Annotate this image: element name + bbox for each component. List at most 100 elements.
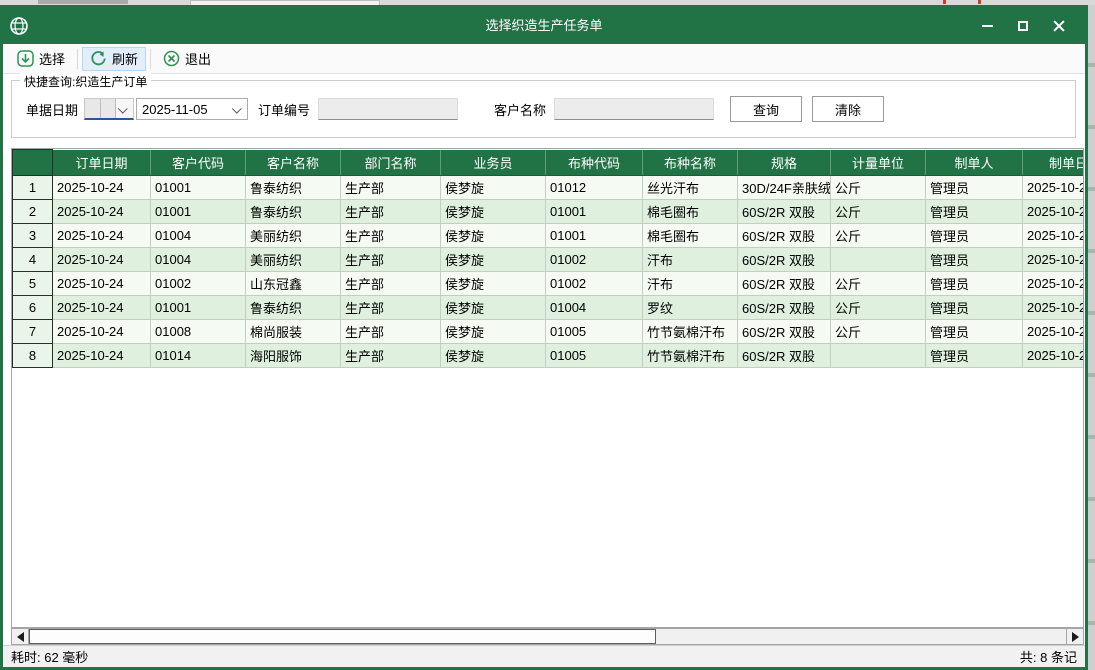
table-cell[interactable]: 公斤 <box>831 272 926 296</box>
table-cell[interactable]: 管理员 <box>926 200 1023 224</box>
table-cell[interactable]: 2025-10-24 <box>53 296 151 320</box>
date-operator-combobox[interactable] <box>84 98 134 120</box>
table-cell[interactable]: 60S/2R 双股 <box>738 200 831 224</box>
table-cell[interactable]: 01004 <box>546 296 643 320</box>
table-cell[interactable]: 2025-10-24 <box>53 272 151 296</box>
table-cell[interactable]: 管理员 <box>926 296 1023 320</box>
table-cell[interactable]: 管理员 <box>926 272 1023 296</box>
table-cell[interactable]: 管理员 <box>926 248 1023 272</box>
table-cell[interactable]: 01004 <box>151 248 246 272</box>
table-cell[interactable]: 侯梦旋 <box>441 320 546 344</box>
minimize-button[interactable] <box>969 12 1005 40</box>
header-cell[interactable]: 制单日期 <box>1023 150 1085 176</box>
table-cell[interactable]: 01012 <box>546 176 643 200</box>
scroll-right-button[interactable] <box>1066 629 1083 644</box>
table-cell[interactable]: 罗纹 <box>643 296 738 320</box>
date-combobox[interactable]: 2025-11-05 <box>136 98 248 120</box>
table-cell[interactable]: 竹节氨棉汗布 <box>643 344 738 368</box>
table-cell[interactable]: 2025-10-24 <box>1023 320 1085 344</box>
table-cell[interactable]: 棉毛圈布 <box>643 224 738 248</box>
table-cell[interactable]: 生产部 <box>341 224 441 248</box>
header-cell[interactable]: 布种代码 <box>546 150 643 176</box>
table-cell[interactable]: 山东冠鑫 <box>246 272 341 296</box>
table-cell[interactable]: 01004 <box>151 224 246 248</box>
table-cell[interactable]: 60S/2R 双股 <box>738 248 831 272</box>
close-button[interactable] <box>1041 12 1077 40</box>
table-cell[interactable]: 2025-10-24 <box>53 248 151 272</box>
table-cell[interactable]: 01014 <box>151 344 246 368</box>
table-cell[interactable]: 鲁泰纺织 <box>246 296 341 320</box>
table-cell[interactable]: 海阳服饰 <box>246 344 341 368</box>
table-cell[interactable]: 2025-10-24 <box>1023 224 1085 248</box>
header-cell[interactable]: 部门名称 <box>341 150 441 176</box>
table-cell[interactable]: 侯梦旋 <box>441 200 546 224</box>
header-cell[interactable]: 计量单位 <box>831 150 926 176</box>
table-row[interactable]: 12025-10-2401001鲁泰纺织生产部侯梦旋01012丝光汗布30D/2… <box>13 176 1085 200</box>
table-cell[interactable]: 01005 <box>546 344 643 368</box>
header-cell[interactable]: 业务员 <box>441 150 546 176</box>
table-cell[interactable]: 生产部 <box>341 176 441 200</box>
table-cell[interactable]: 棉毛圈布 <box>643 200 738 224</box>
table-cell[interactable]: 公斤 <box>831 200 926 224</box>
table-cell[interactable]: 侯梦旋 <box>441 224 546 248</box>
table-cell[interactable]: 60S/2R 双股 <box>738 296 831 320</box>
table-cell[interactable]: 2025-10-24 <box>53 176 151 200</box>
table-cell[interactable]: 2025-10-24 <box>1023 296 1085 320</box>
row-number-cell[interactable]: 2 <box>13 200 53 224</box>
table-cell[interactable]: 丝光汗布 <box>643 176 738 200</box>
table-cell[interactable]: 生产部 <box>341 320 441 344</box>
table-cell[interactable]: 管理员 <box>926 320 1023 344</box>
table-cell[interactable]: 60S/2R 双股 <box>738 224 831 248</box>
row-number-cell[interactable]: 6 <box>13 296 53 320</box>
table-cell[interactable]: 侯梦旋 <box>441 272 546 296</box>
table-cell[interactable]: 01001 <box>151 296 246 320</box>
table-cell[interactable]: 侯梦旋 <box>441 296 546 320</box>
table-cell[interactable]: 公斤 <box>831 296 926 320</box>
customer-name-input[interactable] <box>554 98 714 120</box>
table-cell[interactable]: 管理员 <box>926 344 1023 368</box>
table-cell[interactable]: 60S/2R 双股 <box>738 272 831 296</box>
table-row[interactable]: 82025-10-2401014海阳服饰生产部侯梦旋01005竹节氨棉汗布60S… <box>13 344 1085 368</box>
table-cell[interactable]: 侯梦旋 <box>441 176 546 200</box>
table-cell[interactable]: 生产部 <box>341 248 441 272</box>
header-cell[interactable]: 客户代码 <box>151 150 246 176</box>
table-cell[interactable]: 01002 <box>546 248 643 272</box>
table-cell[interactable]: 2025-10-24 <box>53 344 151 368</box>
table-cell[interactable]: 管理员 <box>926 176 1023 200</box>
table-cell[interactable] <box>831 248 926 272</box>
table-cell[interactable] <box>831 344 926 368</box>
table-cell[interactable]: 侯梦旋 <box>441 248 546 272</box>
row-number-cell[interactable]: 3 <box>13 224 53 248</box>
scrollbar-thumb[interactable] <box>29 629 656 644</box>
row-number-cell[interactable]: 4 <box>13 248 53 272</box>
header-cell[interactable]: 制单人 <box>926 150 1023 176</box>
table-row[interactable]: 62025-10-2401001鲁泰纺织生产部侯梦旋01004罗纹60S/2R … <box>13 296 1085 320</box>
table-cell[interactable]: 01001 <box>151 200 246 224</box>
table-cell[interactable]: 公斤 <box>831 320 926 344</box>
table-cell[interactable]: 2025-10-24 <box>1023 248 1085 272</box>
table-cell[interactable]: 棉尚服装 <box>246 320 341 344</box>
table-row[interactable]: 52025-10-2401002山东冠鑫生产部侯梦旋01002汗布60S/2R … <box>13 272 1085 296</box>
row-number-cell[interactable]: 1 <box>13 176 53 200</box>
table-cell[interactable]: 鲁泰纺织 <box>246 200 341 224</box>
header-cell[interactable]: 客户名称 <box>246 150 341 176</box>
header-cell[interactable]: 布种名称 <box>643 150 738 176</box>
table-cell[interactable]: 2025-10-24 <box>1023 200 1085 224</box>
table-cell[interactable]: 管理员 <box>926 224 1023 248</box>
query-button[interactable]: 查询 <box>730 96 802 122</box>
table-cell[interactable]: 生产部 <box>341 344 441 368</box>
table-cell[interactable]: 生产部 <box>341 200 441 224</box>
table-cell[interactable]: 2025-10-24 <box>53 224 151 248</box>
table-cell[interactable]: 鲁泰纺织 <box>246 176 341 200</box>
table-cell[interactable]: 01001 <box>151 176 246 200</box>
table-cell[interactable]: 美丽纺织 <box>246 248 341 272</box>
table-cell[interactable]: 美丽纺织 <box>246 224 341 248</box>
row-number-cell[interactable]: 8 <box>13 344 53 368</box>
table-cell[interactable]: 竹节氨棉汗布 <box>643 320 738 344</box>
maximize-button[interactable] <box>1005 12 1041 40</box>
table-row[interactable]: 22025-10-2401001鲁泰纺织生产部侯梦旋01001棉毛圈布60S/2… <box>13 200 1085 224</box>
select-button[interactable]: 选择 <box>9 47 73 71</box>
table-cell[interactable]: 01001 <box>546 224 643 248</box>
table-cell[interactable]: 01008 <box>151 320 246 344</box>
scroll-left-button[interactable] <box>12 629 29 644</box>
